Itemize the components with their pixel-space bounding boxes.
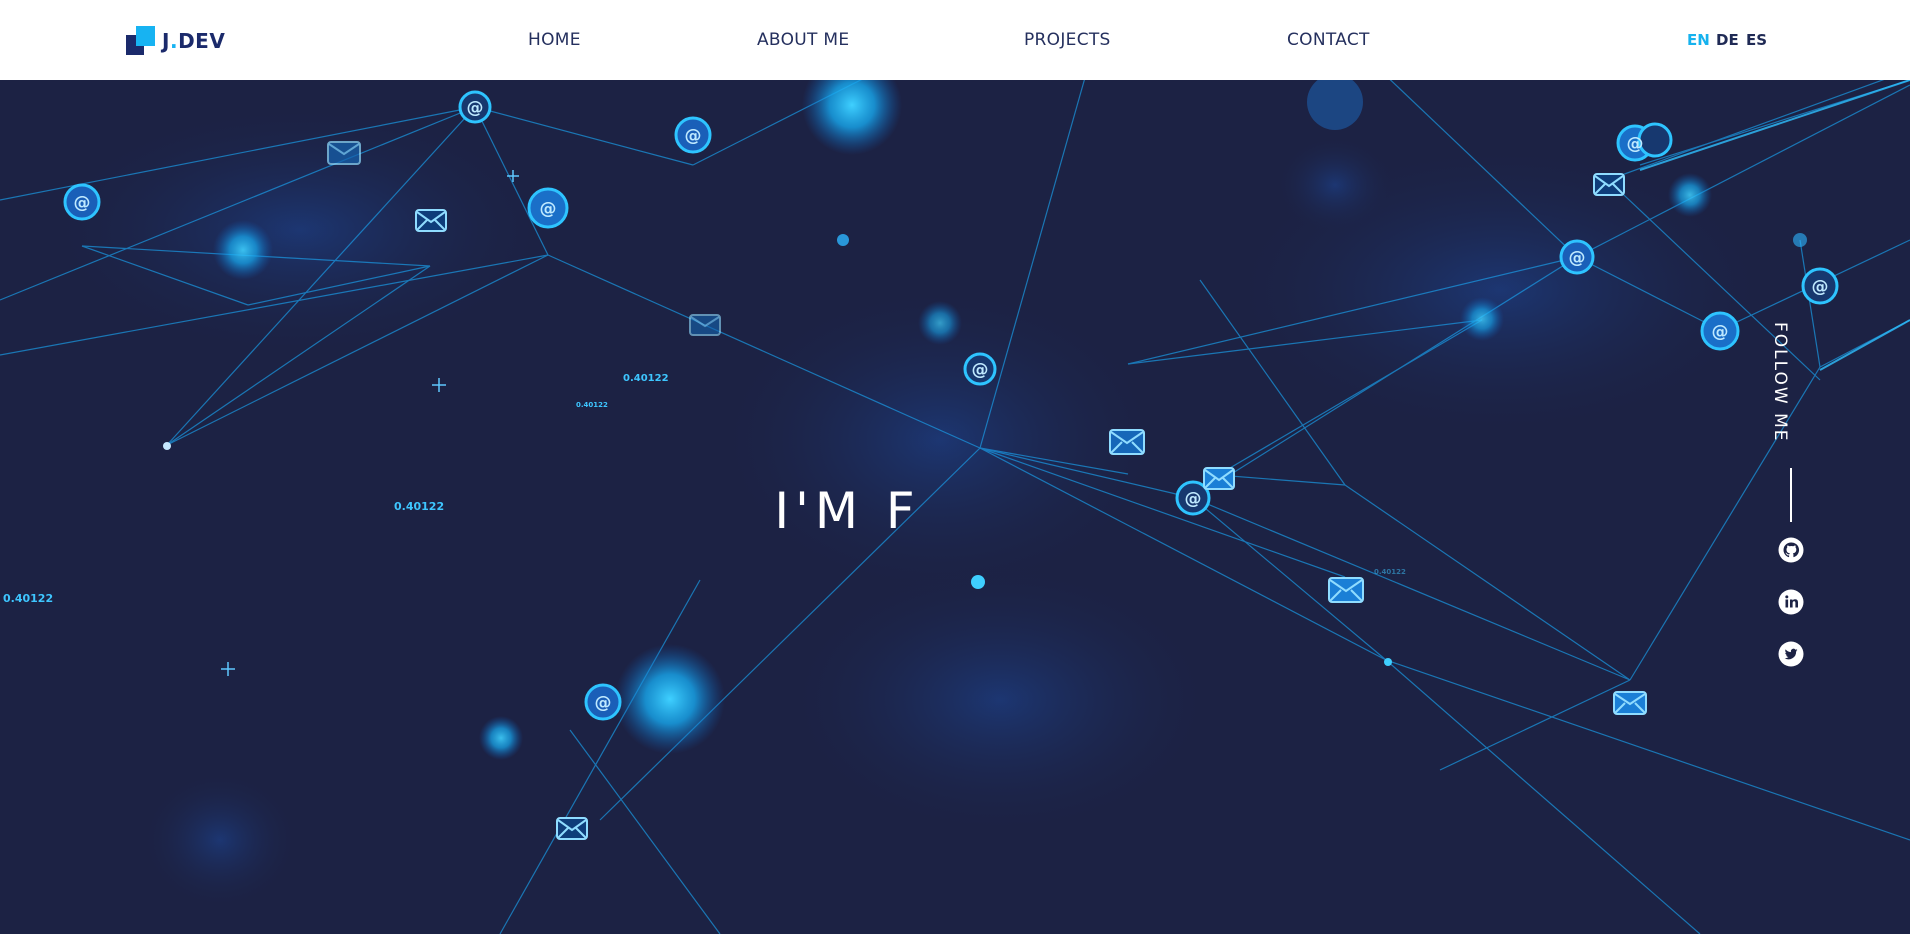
nav-about-me[interactable]: ABOUT ME <box>757 30 849 50</box>
github-icon[interactable] <box>1778 537 1804 563</box>
nav-home[interactable]: HOME <box>528 30 581 50</box>
svg-text:@: @ <box>1712 322 1729 342</box>
twitter-icon[interactable] <box>1778 641 1804 667</box>
svg-text:@: @ <box>467 98 484 118</box>
floating-number: 0.40122 <box>576 401 608 409</box>
svg-text:@: @ <box>972 360 989 380</box>
logo[interactable]: J.DEV <box>126 25 236 57</box>
floating-number: 0.40122 <box>3 592 53 605</box>
logo-text: J.DEV <box>162 29 226 53</box>
floating-number: 0.40122 <box>1374 568 1406 576</box>
svg-text:@: @ <box>595 693 612 713</box>
linkedin-icon[interactable] <box>1778 589 1804 615</box>
floating-number: 0.40122 <box>623 373 669 384</box>
nav-contact[interactable]: CONTACT <box>1287 30 1370 50</box>
language-de[interactable]: DE <box>1716 31 1739 49</box>
language-en[interactable]: EN <box>1687 31 1710 49</box>
svg-text:@: @ <box>1627 134 1644 154</box>
language-es[interactable]: ES <box>1746 31 1767 49</box>
logo-mark-icon <box>126 26 156 56</box>
svg-text:@: @ <box>540 199 557 219</box>
svg-text:@: @ <box>1569 248 1586 268</box>
follow-me-label: FOLLOW ME <box>1770 322 1790 443</box>
hero-section: @ @ @ @ @ @ @ @ @ @ @ 0.40122 0.40122 0.… <box>0 80 1910 934</box>
nav-projects[interactable]: PROJECTS <box>1024 30 1111 50</box>
hero-title: I'M F <box>774 482 921 540</box>
svg-text:@: @ <box>1812 277 1829 297</box>
svg-text:@: @ <box>74 193 91 213</box>
top-navbar: J.DEV HOME ABOUT ME PROJECTS CONTACT EN … <box>0 0 1910 80</box>
follow-divider <box>1790 468 1792 522</box>
svg-text:@: @ <box>685 126 702 146</box>
